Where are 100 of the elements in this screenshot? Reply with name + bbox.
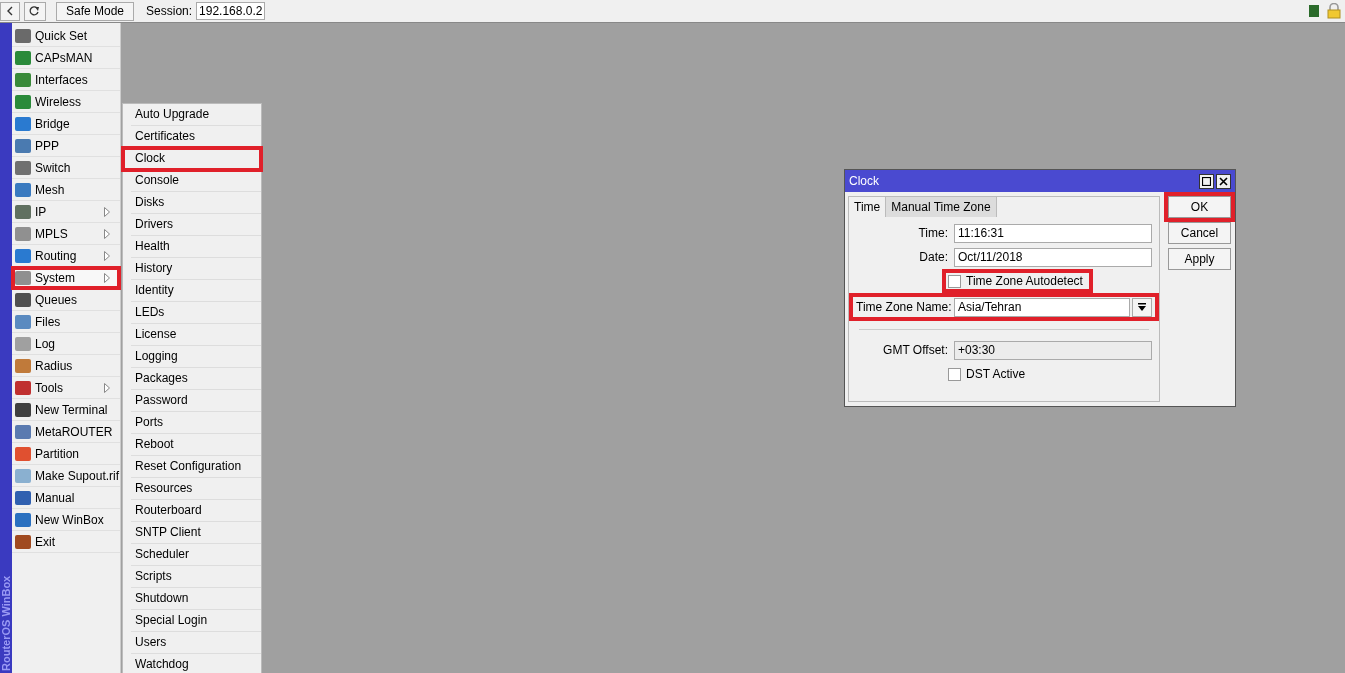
- dialog-button[interactable]: Cancel: [1168, 222, 1231, 244]
- menu-item[interactable]: New WinBox: [12, 509, 120, 531]
- submenu-item[interactable]: Reboot: [131, 434, 261, 456]
- submenu-item[interactable]: SNTP Client: [131, 522, 261, 544]
- menu-item[interactable]: MetaROUTER: [12, 421, 120, 443]
- menu-icon: [15, 72, 31, 87]
- submenu-item[interactable]: Scheduler: [131, 544, 261, 566]
- input-field[interactable]: 11:16:31: [954, 223, 1152, 243]
- submenu-item[interactable]: Password: [131, 390, 261, 412]
- menu-item[interactable]: Make Supout.rif: [12, 465, 120, 487]
- submenu-item[interactable]: Special Login: [131, 610, 261, 632]
- submenu-item[interactable]: Console: [131, 170, 261, 192]
- menu-item[interactable]: CAPsMAN: [12, 47, 120, 69]
- menu-icon: [15, 314, 31, 329]
- session-field[interactable]: 192.168.0.2: [196, 2, 266, 20]
- close-button[interactable]: [1216, 173, 1231, 189]
- submenu-item[interactable]: LEDs: [131, 302, 261, 324]
- menu-item[interactable]: Interfaces: [12, 69, 120, 91]
- menu-item[interactable]: MPLS: [12, 223, 120, 245]
- tab[interactable]: Manual Time Zone: [886, 197, 997, 217]
- submenu-item[interactable]: Drivers: [131, 214, 261, 236]
- field-label: Time:: [917, 226, 949, 240]
- submenu-item[interactable]: Routerboard: [131, 500, 261, 522]
- menu-icon: [15, 490, 31, 505]
- menu-item[interactable]: Log: [12, 333, 120, 355]
- menu-icon: [15, 138, 31, 153]
- menu-item[interactable]: Radius: [12, 355, 120, 377]
- menu-item[interactable]: IP: [12, 201, 120, 223]
- menu-icon: [15, 204, 31, 219]
- menu-icon: [15, 336, 31, 351]
- menu-icon: [15, 292, 31, 307]
- caret-icon: [104, 251, 110, 261]
- safe-mode-button[interactable]: Safe Mode: [56, 1, 135, 21]
- field-label: Time Zone Name:: [856, 300, 953, 314]
- menu-item[interactable]: Files: [12, 311, 120, 333]
- caret-icon: [104, 383, 110, 393]
- submenu-item[interactable]: Watchdog: [131, 654, 261, 673]
- input-field: +03:30: [954, 340, 1152, 360]
- menu-icon: [15, 446, 31, 461]
- submenu-item[interactable]: History: [131, 258, 261, 280]
- submenu-item[interactable]: Resources: [131, 478, 261, 500]
- arrow-down-icon: [1138, 303, 1146, 311]
- submenu-item[interactable]: Users: [131, 632, 261, 654]
- menu-item[interactable]: Exit: [12, 531, 120, 553]
- checkbox[interactable]: DST Active: [946, 366, 1032, 382]
- submenu-item[interactable]: Certificates: [131, 126, 261, 148]
- submenu-item[interactable]: Packages: [131, 368, 261, 390]
- submenu-item[interactable]: Auto Upgrade: [131, 104, 261, 126]
- menu-icon: [15, 534, 31, 549]
- status-indicator: [1309, 5, 1319, 17]
- lock-icon: [1327, 3, 1341, 19]
- submenu-item[interactable]: Scripts: [131, 566, 261, 588]
- dropdown-field[interactable]: Asia/Tehran: [954, 297, 1130, 317]
- submenu-item[interactable]: Logging: [131, 346, 261, 368]
- menu-icon: [15, 270, 31, 285]
- submenu-item[interactable]: Disks: [131, 192, 261, 214]
- menu-item[interactable]: PPP: [12, 135, 120, 157]
- submenu-item[interactable]: Shutdown: [131, 588, 261, 610]
- field-label: GMT Offset:: [882, 343, 949, 357]
- menu-item[interactable]: System: [12, 267, 120, 289]
- submenu-item[interactable]: Ports: [131, 412, 261, 434]
- menu-icon: [15, 28, 31, 43]
- side-label: RouterOS WinBox: [0, 575, 12, 671]
- menu-item[interactable]: Wireless: [12, 91, 120, 113]
- menu-icon: [15, 116, 31, 131]
- menu-icon: [15, 512, 31, 527]
- caret-icon: [104, 207, 110, 217]
- menu-icon: [15, 380, 31, 395]
- submenu-item[interactable]: Identity: [131, 280, 261, 302]
- menu-icon: [15, 226, 31, 241]
- menu-icon: [15, 468, 31, 483]
- submenu-item[interactable]: License: [131, 324, 261, 346]
- menu-item[interactable]: Manual: [12, 487, 120, 509]
- menu-item[interactable]: Partition: [12, 443, 120, 465]
- menu-icon: [15, 94, 31, 109]
- menu-item[interactable]: Queues: [12, 289, 120, 311]
- menu-icon: [15, 424, 31, 439]
- menu-item[interactable]: New Terminal: [12, 399, 120, 421]
- maximize-button[interactable]: [1199, 173, 1214, 189]
- window-title: Clock: [849, 174, 879, 188]
- dropdown-button[interactable]: [1132, 297, 1152, 317]
- menu-icon: [15, 50, 31, 65]
- menu-icon: [15, 248, 31, 263]
- submenu-item[interactable]: Health: [131, 236, 261, 258]
- menu-icon: [15, 402, 31, 417]
- field-label: Date:: [918, 250, 949, 264]
- submenu-item[interactable]: Reset Configuration: [131, 456, 261, 478]
- menu-item[interactable]: Switch: [12, 157, 120, 179]
- menu-item[interactable]: Tools: [12, 377, 120, 399]
- menu-item[interactable]: Quick Set: [12, 25, 120, 47]
- caret-icon: [104, 229, 110, 239]
- menu-icon: [15, 182, 31, 197]
- menu-item[interactable]: Bridge: [12, 113, 120, 135]
- submenu-item[interactable]: Clock: [123, 148, 261, 170]
- dialog-button[interactable]: Apply: [1168, 248, 1231, 270]
- input-field[interactable]: Oct/11/2018: [954, 247, 1152, 267]
- session-label: Session:: [146, 4, 193, 18]
- redo-icon: [29, 6, 41, 16]
- redo-button[interactable]: [24, 1, 46, 21]
- menu-item[interactable]: Mesh: [12, 179, 120, 201]
